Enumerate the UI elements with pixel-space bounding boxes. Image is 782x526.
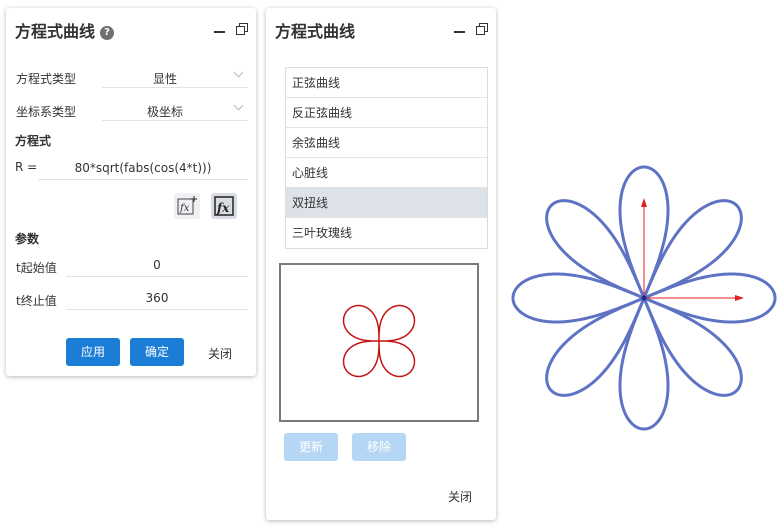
- coord-type-select[interactable]: 极坐标: [102, 99, 248, 121]
- t-end-label: t终止值: [16, 294, 57, 308]
- coord-type-value: 极坐标: [146, 105, 183, 119]
- close-button[interactable]: 关闭: [448, 488, 472, 505]
- t-start-input[interactable]: 0: [66, 255, 248, 277]
- close-button[interactable]: 关闭: [208, 345, 232, 362]
- curve-list-item[interactable]: 双扭线: [286, 188, 487, 218]
- chevron-down-icon: [233, 100, 244, 111]
- curve-library-panel: 方程式曲线 正弦曲线 反正弦曲线 余弦曲线 心脏线 双扭线 三叶玫瑰线 更新 移除 关闭: [266, 8, 496, 520]
- equation-type-select[interactable]: 显性: [102, 66, 248, 88]
- curve-preview: [279, 263, 479, 422]
- fx-insert-button[interactable]: fx: [174, 193, 200, 219]
- panel-title-text: 方程式曲线: [15, 22, 96, 41]
- curve-list-item[interactable]: 三叶玫瑰线: [286, 218, 487, 248]
- svg-text:fx: fx: [216, 201, 230, 215]
- update-button[interactable]: 更新: [284, 433, 338, 461]
- y-axis-arrow-icon: [641, 198, 647, 207]
- remove-button[interactable]: 移除: [352, 433, 406, 461]
- t-start-label: t起始值: [16, 261, 57, 275]
- params-section-title: 参数: [15, 232, 40, 246]
- equation-input[interactable]: 80*sqrt(fabs(cos(4*t))): [38, 158, 248, 180]
- help-icon[interactable]: ?: [100, 26, 115, 40]
- curve-list-item[interactable]: 余弦曲线: [286, 128, 487, 158]
- equation-curve-panel: 方程式曲线? 方程式类型 显性 坐标系类型 极坐标 方程式 R = 80*sqr…: [6, 8, 256, 376]
- origin-point: [641, 295, 647, 301]
- fx-icon: fx: [214, 196, 234, 216]
- curve-list: 正弦曲线 反正弦曲线 余弦曲线 心脏线 双扭线 三叶玫瑰线: [285, 67, 488, 249]
- fx-button[interactable]: fx: [211, 193, 237, 219]
- curve-preview-canvas: [342, 304, 416, 378]
- curve-list-item[interactable]: 反正弦曲线: [286, 98, 487, 128]
- equation-type-label: 方程式类型: [16, 72, 77, 86]
- x-axis-arrow-icon: [735, 295, 744, 301]
- minimize-icon[interactable]: [213, 24, 227, 38]
- curve-list-item[interactable]: 心脏线: [286, 158, 487, 188]
- main-curve-canvas: [511, 165, 777, 431]
- restore-window-icon[interactable]: [476, 23, 489, 36]
- panel-title: 方程式曲线?: [15, 18, 115, 42]
- apply-button[interactable]: 应用: [66, 338, 120, 366]
- r-label: R =: [15, 160, 38, 174]
- svg-text:fx: fx: [179, 203, 190, 214]
- minimize-icon[interactable]: [453, 24, 467, 38]
- coord-type-label: 坐标系类型: [16, 105, 77, 119]
- panel-title: 方程式曲线: [275, 22, 356, 41]
- curve-list-item[interactable]: 正弦曲线: [286, 68, 487, 98]
- t-end-input[interactable]: 360: [66, 288, 248, 310]
- drawing-canvas[interactable]: [505, 160, 780, 440]
- restore-window-icon[interactable]: [236, 23, 249, 36]
- equation-type-value: 显性: [152, 72, 177, 86]
- fx-insert-icon: fx: [177, 196, 197, 215]
- preview-curve: [342, 304, 416, 378]
- chevron-down-icon: [233, 67, 244, 78]
- ok-button[interactable]: 确定: [130, 338, 184, 366]
- equation-section-title: 方程式: [15, 134, 52, 148]
